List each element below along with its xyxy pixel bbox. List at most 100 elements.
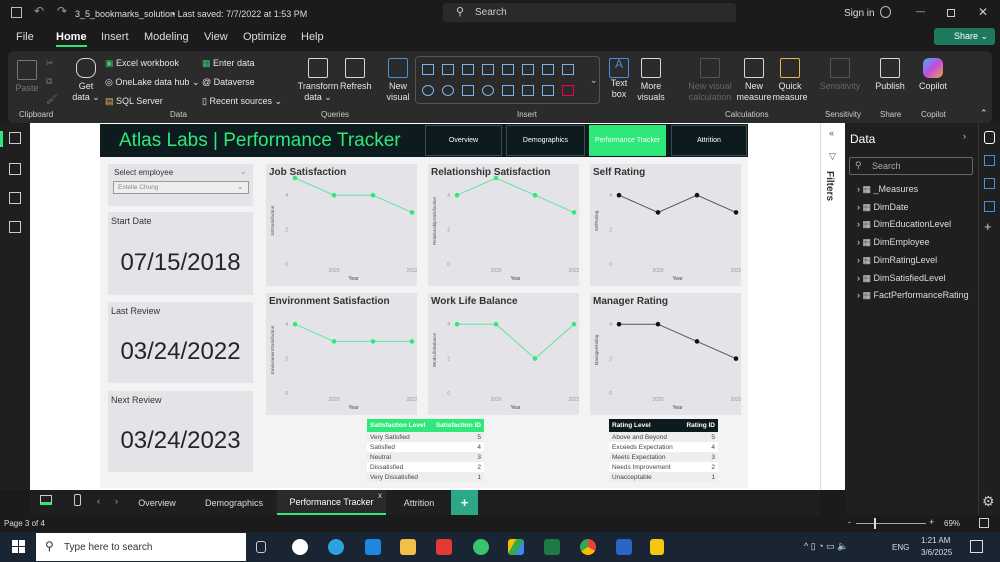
clock-date[interactable]: 3/6/2025 — [921, 548, 952, 557]
data-table-item[interactable]: › ▦ DimDate — [857, 202, 909, 213]
refresh-button[interactable]: Refresh — [340, 58, 372, 92]
expand-chevron-icon[interactable]: › — [857, 273, 860, 283]
google-drive-icon[interactable] — [508, 539, 524, 555]
data-table-item[interactable]: › ▦ _Measures — [857, 184, 918, 195]
new-visual-button[interactable]: New visual — [384, 58, 412, 103]
word-icon[interactable] — [616, 539, 632, 555]
share-button[interactable]: Share ⌄ — [934, 28, 995, 45]
expand-chevron-icon[interactable]: › — [857, 290, 860, 300]
transform-data-button[interactable]: Transform data ⌄ — [297, 58, 339, 103]
search-box[interactable]: ⚲ Search — [443, 3, 736, 22]
collapse-data-pane-icon[interactable]: › — [963, 131, 966, 141]
expand-chevron-icon[interactable]: › — [857, 255, 860, 265]
enter-data-button[interactable]: ▦ Enter data — [202, 58, 255, 69]
slicer-collapse-icon[interactable]: ⌄ — [239, 166, 247, 177]
satisfaction-level-table[interactable]: Satisfaction Level Satisfaction ID Very S… — [367, 419, 484, 482]
gallery-expand-icon[interactable]: ⌄ — [590, 75, 598, 86]
column-header[interactable]: Satisfaction ID — [436, 422, 481, 429]
expand-chevron-icon[interactable]: › — [857, 202, 860, 212]
taskbar-search[interactable]: ⚲ Type here to search — [36, 533, 246, 561]
next-page-icon[interactable]: › — [115, 496, 118, 506]
line-chart[interactable]: Work Life Balance 0 2 4 2020 2022 Year WorkLife… — [428, 293, 579, 415]
more-visuals-button[interactable]: More visuals — [633, 58, 669, 103]
whatsapp-icon[interactable] — [473, 539, 489, 555]
line-chart[interactable]: Manager Rating 0 2 4 2020 2022 Year ManagerRati… — [590, 293, 741, 415]
column-header[interactable]: Rating Level — [612, 422, 686, 429]
mobile-layout-icon[interactable] — [74, 494, 81, 506]
data-table-item[interactable]: › ▦ DimEducationLevel — [857, 219, 951, 230]
desktop-layout-icon[interactable] — [40, 495, 52, 505]
onelake-button[interactable]: ◎ OneLake data hub ⌄ — [105, 77, 199, 88]
zoom-slider[interactable] — [856, 518, 926, 529]
line-chart[interactable]: Self Rating 0 2 4 2020 2022 Year SelfRating — [590, 164, 741, 286]
menu-file[interactable]: File — [16, 31, 34, 43]
line-chart[interactable]: Environment Satisfaction 0 2 4 2020 2022 Year E… — [266, 293, 417, 415]
zoom-out-button[interactable]: - — [848, 517, 851, 527]
paste-button[interactable]: Paste — [14, 60, 40, 94]
chrome-icon[interactable] — [580, 539, 596, 555]
line-chart[interactable]: Relationship Satisfaction 0 2 4 2020 2022 Year… — [428, 164, 579, 286]
system-tray-icons[interactable]: ^ ▯ ◔ ▭ 🔈 — [804, 541, 848, 552]
add-pane-icon[interactable]: + — [984, 219, 992, 234]
nav-performance-tracker-button[interactable]: Performance Tracker — [589, 125, 666, 156]
undo-icon[interactable]: ↶ — [34, 4, 44, 18]
save-icon[interactable] — [11, 7, 22, 18]
data-table-item[interactable]: › ▦ FactPerformanceRating — [857, 290, 969, 301]
fit-to-page-icon[interactable] — [979, 518, 989, 528]
report-view-icon[interactable] — [9, 132, 21, 144]
sql-server-button[interactable]: ▤ SQL Server — [105, 96, 163, 107]
page-tab-attrition[interactable]: Attrition — [390, 490, 448, 515]
page-tab-demographics[interactable]: Demographics — [192, 490, 276, 515]
dataverse-button[interactable]: @ Dataverse — [202, 77, 255, 87]
copy-icon[interactable]: ⧉ — [46, 76, 52, 87]
nav-demographics-button[interactable]: Demographics — [506, 125, 585, 156]
vscode-icon[interactable] — [365, 539, 381, 555]
data-table-item[interactable]: › ▦ DimRatingLevel — [857, 255, 937, 266]
expand-chevron-icon[interactable]: › — [857, 237, 860, 247]
excel-icon[interactable] — [544, 539, 560, 555]
task-view-icon[interactable] — [256, 541, 266, 553]
filters-pane-collapsed[interactable]: « ▽ Filters — [820, 123, 845, 490]
bookmarks-icon[interactable] — [984, 201, 995, 212]
column-header[interactable]: Rating ID — [686, 422, 715, 429]
format-painter-icon[interactable]: 🖌 — [46, 94, 57, 105]
new-measure-button[interactable]: New measure — [736, 58, 772, 103]
menu-help[interactable]: Help — [301, 31, 324, 43]
previous-page-icon[interactable]: ‹ — [97, 496, 100, 506]
restore-icon[interactable] — [947, 9, 955, 17]
menu-insert[interactable]: Insert — [101, 31, 129, 43]
clock-time[interactable]: 1:21 AM — [921, 536, 950, 545]
report-view-icon[interactable] — [0, 131, 3, 147]
add-page-button[interactable]: + — [451, 490, 478, 515]
windows-start-icon[interactable] — [12, 540, 25, 553]
publish-button[interactable]: Publish — [873, 58, 907, 92]
column-header[interactable]: Satisfaction Level — [370, 422, 436, 429]
recent-sources-button[interactable]: ▯ Recent sources ⌄ — [202, 96, 282, 107]
dax-query-icon[interactable] — [9, 221, 21, 233]
collapse-ribbon-icon[interactable]: ⌃ — [980, 108, 988, 119]
get-data-button[interactable]: Get data ⌄ — [72, 58, 100, 103]
expand-chevron-icon[interactable]: › — [857, 219, 860, 229]
nav-attrition-button[interactable]: Attrition — [671, 125, 747, 156]
menu-optimize[interactable]: Optimize — [243, 31, 286, 43]
zoom-in-button[interactable]: + — [929, 517, 934, 527]
expand-chevron-icon[interactable]: › — [857, 184, 860, 194]
settings-icon[interactable]: ⚙ — [982, 493, 995, 510]
copilot-button[interactable]: Copilot — [916, 58, 950, 92]
page-tab-performance-tracker[interactable]: Performance Tracker — [277, 490, 386, 515]
employee-dropdown[interactable]: Estelle Chung ⌄ — [113, 181, 249, 194]
close-tab-icon[interactable]: x — [378, 491, 382, 500]
menu-modeling[interactable]: Modeling — [144, 31, 189, 43]
table-view-icon[interactable] — [9, 163, 21, 175]
menu-home[interactable]: Home — [56, 31, 87, 47]
close-icon[interactable]: ✕ — [978, 5, 988, 19]
data-pane-icon[interactable] — [984, 131, 995, 144]
language-indicator[interactable]: ENG — [892, 543, 909, 552]
zoom-slider-thumb[interactable] — [874, 518, 876, 529]
cut-icon[interactable]: ✂ — [46, 58, 54, 69]
youtube-icon[interactable] — [436, 539, 452, 555]
rating-level-table[interactable]: Rating Level Rating ID Above and Beyond 5 E… — [609, 419, 718, 482]
data-table-item[interactable]: › ▦ DimEmployee — [857, 237, 930, 248]
page-tab-overview[interactable]: Overview — [124, 490, 190, 515]
text-box-button[interactable]: A Text box — [606, 58, 632, 100]
